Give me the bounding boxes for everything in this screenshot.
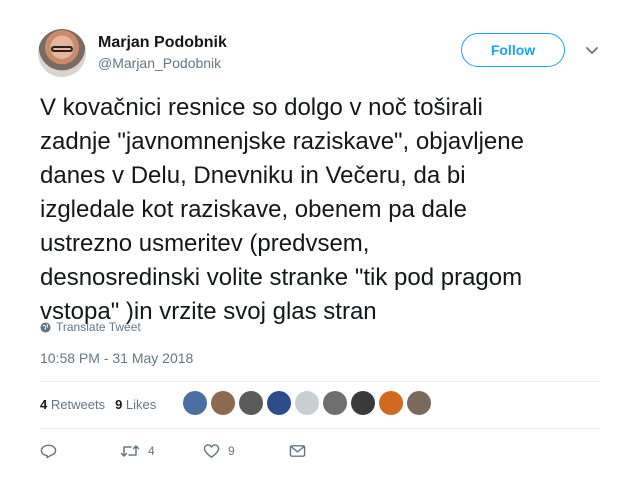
retweet-button[interactable]: 4 bbox=[120, 444, 203, 458]
divider-top bbox=[40, 381, 600, 382]
liker-avatar[interactable] bbox=[267, 391, 291, 415]
liker-avatar[interactable] bbox=[351, 391, 375, 415]
avatar-glasses bbox=[51, 46, 73, 52]
reply-icon bbox=[40, 444, 57, 459]
liker-avatar[interactable] bbox=[183, 391, 207, 415]
likes-count: 9 bbox=[115, 397, 123, 412]
follow-button[interactable]: Follow bbox=[461, 33, 565, 67]
like-count: 9 bbox=[228, 444, 235, 458]
chevron-down-icon[interactable] bbox=[584, 42, 600, 58]
retweet-count: 4 bbox=[148, 444, 155, 458]
liker-avatar[interactable] bbox=[379, 391, 403, 415]
liker-avatar[interactable] bbox=[323, 391, 347, 415]
tweet-stats: 4 Retweets 9 Likes bbox=[40, 397, 156, 412]
tweet-text: V kovačnici resnice so dolgo v noč tošir… bbox=[40, 94, 524, 325]
retweets-stat[interactable]: 4 Retweets bbox=[40, 397, 105, 412]
tweet-actions: 4 9 bbox=[40, 443, 306, 459]
liker-avatar[interactable] bbox=[211, 391, 235, 415]
like-button[interactable]: 9 bbox=[203, 443, 289, 459]
divider-bottom bbox=[40, 428, 600, 429]
tweet-timestamp[interactable]: 10:58 PM - 31 May 2018 bbox=[40, 350, 193, 366]
globe-icon bbox=[40, 321, 51, 333]
translate-label: Translate Tweet bbox=[56, 320, 141, 334]
liker-avatar[interactable] bbox=[239, 391, 263, 415]
retweets-count: 4 bbox=[40, 397, 48, 412]
user-handle[interactable]: @Marjan_Podobnik bbox=[98, 55, 221, 71]
user-name[interactable]: Marjan Podobnik bbox=[98, 34, 227, 52]
likes-stat[interactable]: 9 Likes bbox=[115, 397, 156, 412]
retweets-label: Retweets bbox=[50, 397, 106, 412]
likes-label: Likes bbox=[125, 397, 157, 412]
liker-avatar[interactable] bbox=[407, 391, 431, 415]
direct-message-button[interactable] bbox=[289, 444, 306, 458]
liker-avatar[interactable] bbox=[295, 391, 319, 415]
translate-tweet-link[interactable]: Translate Tweet bbox=[40, 320, 141, 334]
retweet-icon bbox=[120, 445, 140, 457]
heart-icon bbox=[203, 444, 220, 458]
envelope-icon bbox=[289, 445, 306, 457]
likers-avatars bbox=[183, 391, 431, 415]
profile-avatar[interactable] bbox=[38, 29, 86, 77]
reply-button[interactable] bbox=[40, 443, 120, 459]
